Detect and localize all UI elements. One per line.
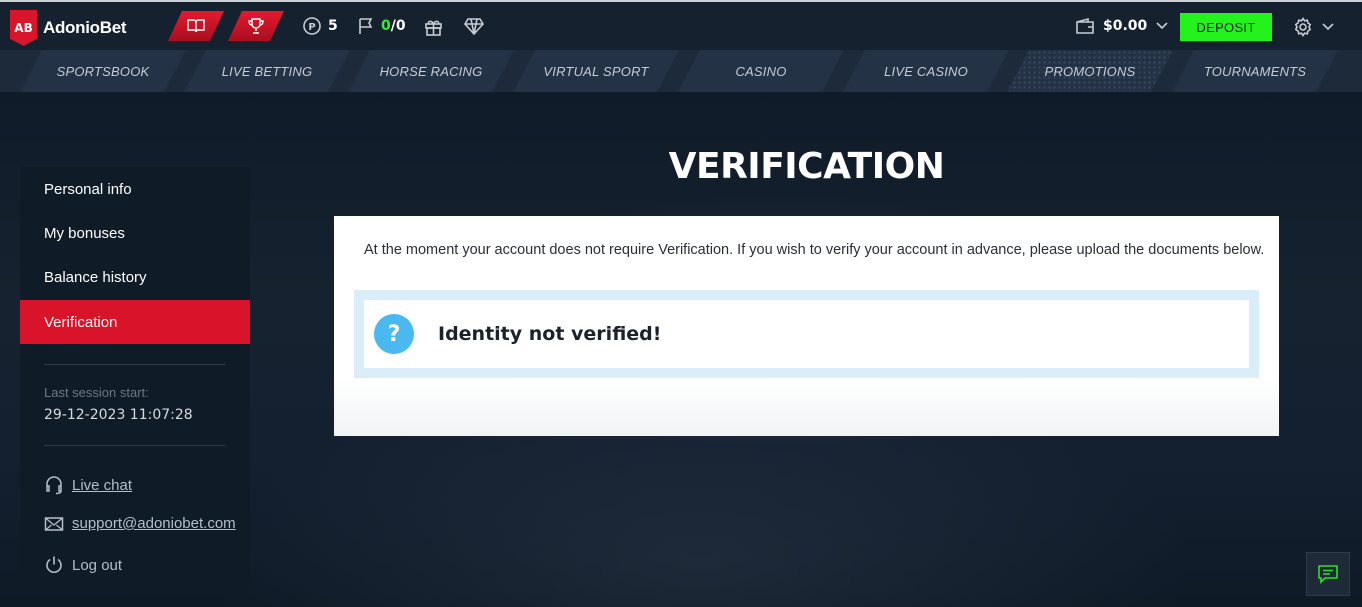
verification-status-box: ? Identity not verified! bbox=[354, 290, 1259, 378]
main-nav: SPORTSBOOK LIVE BETTING HORSE RACING VIR… bbox=[0, 50, 1362, 92]
account-sidebar: Personal info My bonuses Balance history… bbox=[20, 167, 250, 585]
sidebar-item-verification[interactable]: Verification bbox=[20, 300, 250, 344]
nav-promotions[interactable]: PROMOTIONS bbox=[1007, 50, 1173, 92]
gift-icon bbox=[425, 20, 442, 36]
session-label: Last session start: bbox=[44, 385, 149, 400]
sidebar-item-my-bonuses[interactable]: My bonuses bbox=[20, 211, 250, 255]
question-icon: ? bbox=[374, 314, 414, 354]
session-value: 29-12-2023 11:07:28 bbox=[44, 407, 193, 423]
sidebar-item-personal-info[interactable]: Personal info bbox=[20, 167, 250, 211]
page-title: VERIFICATION bbox=[668, 146, 945, 187]
verification-description: At the moment your account does not requ… bbox=[364, 242, 1265, 258]
verification-status-text: Identity not verified! bbox=[438, 323, 662, 345]
gear-icon bbox=[1294, 17, 1312, 37]
flags-counter[interactable]: 0/0 bbox=[358, 17, 406, 35]
live-chat-link[interactable]: Live chat bbox=[44, 475, 132, 495]
chat-icon bbox=[1318, 565, 1338, 584]
diamond-icon bbox=[464, 18, 484, 35]
verification-card: At the moment your account does not requ… bbox=[334, 216, 1279, 436]
nav-horse-racing[interactable]: HORSE RACING bbox=[348, 50, 514, 92]
vip-button[interactable] bbox=[464, 17, 484, 35]
balance-value: $0.00 bbox=[1103, 18, 1148, 34]
trophy-icon bbox=[247, 17, 265, 35]
flags-total: /0 bbox=[390, 18, 406, 34]
chevron-down-icon bbox=[1156, 22, 1168, 30]
chat-widget-button[interactable] bbox=[1306, 552, 1350, 596]
logo-text: AdonioBet bbox=[43, 18, 127, 37]
book-icon bbox=[186, 18, 206, 34]
trophy-tab[interactable] bbox=[228, 11, 284, 41]
nav-live-casino[interactable]: LIVE CASINO bbox=[843, 50, 1009, 92]
points-icon: P bbox=[303, 17, 321, 35]
points-value: 5 bbox=[328, 18, 338, 34]
gift-button[interactable] bbox=[424, 17, 443, 36]
nav-sportsbook[interactable]: SPORTSBOOK bbox=[20, 50, 186, 92]
divider bbox=[44, 364, 226, 365]
logout-button[interactable]: Log out bbox=[44, 555, 122, 575]
points-counter[interactable]: P 5 bbox=[303, 17, 338, 35]
chevron-down-icon bbox=[1322, 23, 1334, 31]
support-email-link[interactable]: support@adoniobet.com bbox=[44, 515, 236, 532]
nav-virtual-sport[interactable]: VIRTUAL SPORT bbox=[513, 50, 679, 92]
svg-text:P: P bbox=[308, 22, 315, 33]
deposit-button[interactable]: DEPOSIT bbox=[1180, 13, 1272, 41]
envelope-icon bbox=[44, 516, 64, 531]
live-chat-label: Live chat bbox=[72, 476, 133, 494]
headset-icon bbox=[46, 476, 62, 495]
nav-casino[interactable]: CASINO bbox=[678, 50, 844, 92]
support-email-label: support@adoniobet.com bbox=[72, 515, 236, 532]
power-icon bbox=[46, 556, 62, 573]
settings-dropdown[interactable] bbox=[1293, 17, 1335, 37]
logo[interactable]: AB AdonioBet bbox=[10, 10, 127, 46]
top-bar: AB AdonioBet P 5 0/0 $0.00 DEPOSIT bbox=[0, 0, 1362, 50]
nav-live-betting[interactable]: LIVE BETTING bbox=[184, 50, 350, 92]
balance-dropdown[interactable]: $0.00 bbox=[1075, 17, 1169, 35]
verification-status-inner: ? Identity not verified! bbox=[364, 300, 1249, 368]
logo-badge: AB bbox=[10, 10, 37, 46]
flags-value: 0 bbox=[381, 18, 391, 34]
sidebar-item-balance-history[interactable]: Balance history bbox=[20, 255, 250, 299]
book-tab[interactable] bbox=[168, 11, 224, 41]
divider bbox=[44, 445, 226, 446]
nav-tournaments[interactable]: TOURNAMENTS bbox=[1172, 50, 1338, 92]
flag-icon bbox=[359, 18, 373, 34]
wallet-icon bbox=[1076, 17, 1094, 34]
logout-label: Log out bbox=[72, 556, 123, 574]
